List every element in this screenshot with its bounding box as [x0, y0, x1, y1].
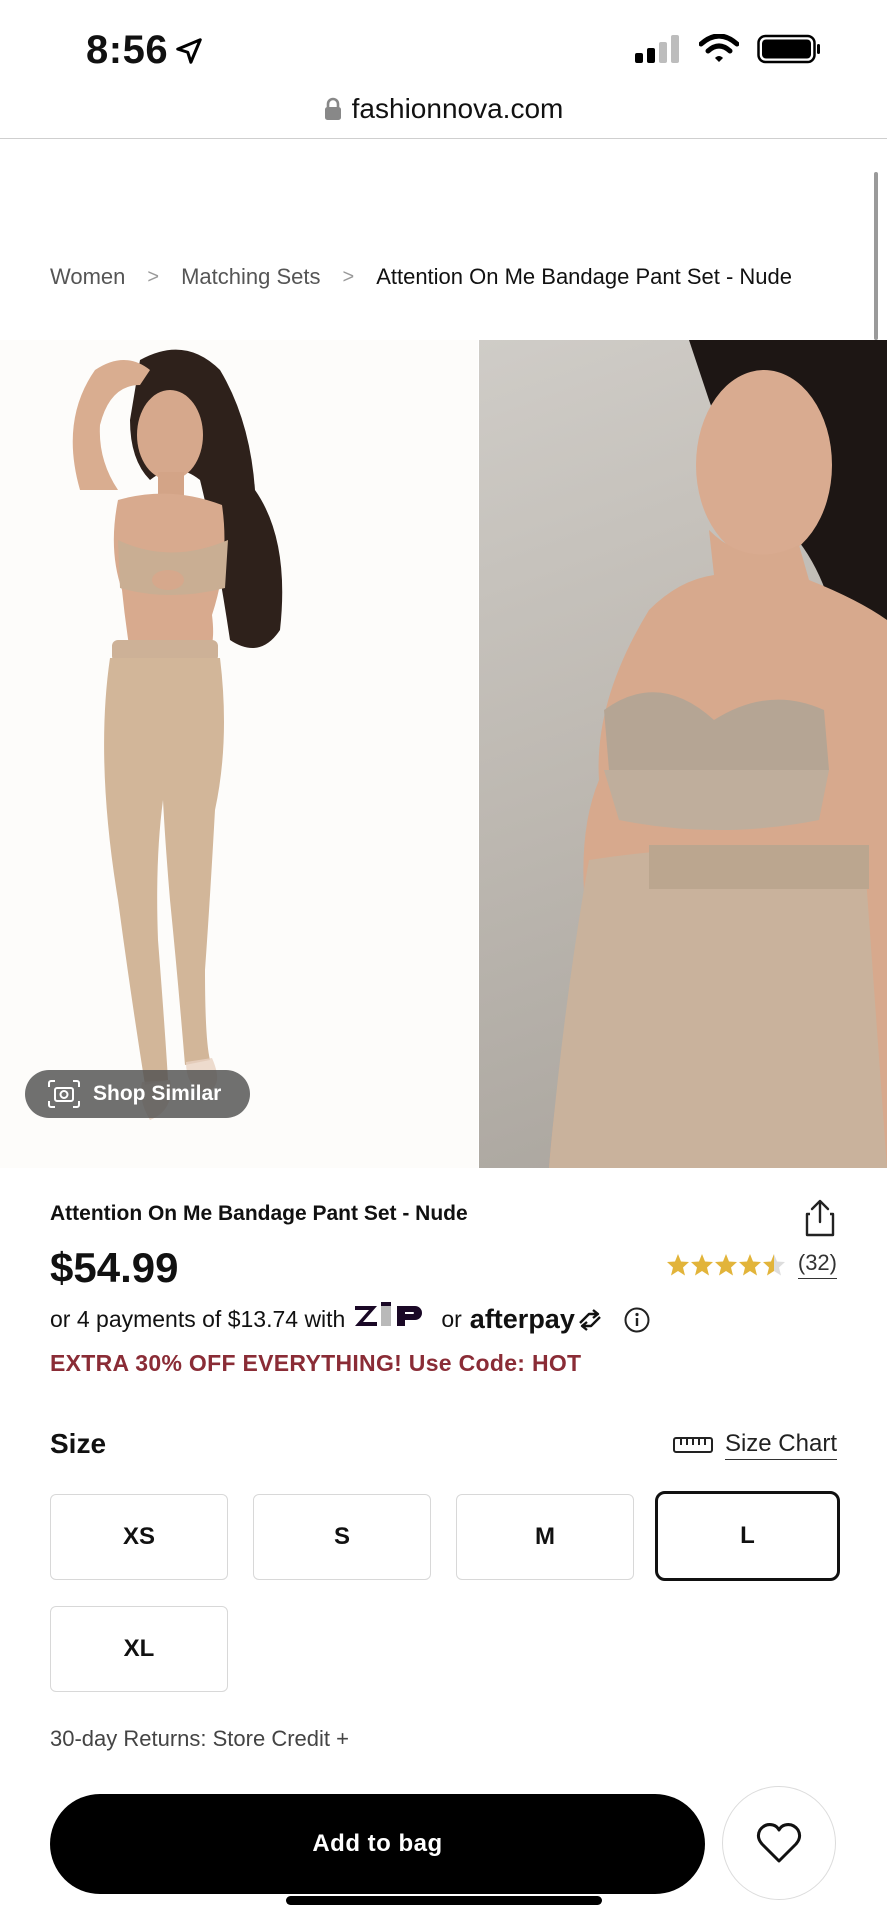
address-bar[interactable]: fashionnova.com	[0, 80, 887, 138]
size-option-m[interactable]: M	[456, 1494, 634, 1580]
battery-icon	[757, 34, 820, 64]
heart-icon	[756, 1823, 802, 1863]
afterpay-logo[interactable]: afterpay	[470, 1304, 603, 1335]
size-option-l[interactable]: L	[655, 1491, 840, 1581]
model-illustration-front	[72, 349, 283, 1120]
lock-icon	[324, 97, 341, 120]
size-heading: Size	[50, 1428, 107, 1459]
zip-logo-mark	[355, 1302, 423, 1326]
url-text: fashionnova.com	[351, 93, 564, 124]
info-icon[interactable]	[623, 1306, 651, 1334]
divider	[0, 138, 887, 139]
model-illustration-closeup	[549, 340, 887, 1168]
status-icons	[635, 34, 821, 64]
size-option-s[interactable]: S	[253, 1494, 431, 1580]
product-price: $54.99	[50, 1244, 179, 1291]
camera-icon	[48, 1080, 80, 1108]
afterpay-arrows-icon	[578, 1308, 601, 1331]
home-indicator[interactable]	[286, 1896, 602, 1905]
returns-policy[interactable]: 30-day Returns: Store Credit +	[50, 1726, 349, 1752]
product-image-front[interactable]	[0, 340, 478, 1168]
zip-logo[interactable]	[353, 1302, 433, 1337]
wishlist-button[interactable]	[722, 1786, 836, 1900]
review-count[interactable]: (32)	[797, 1250, 837, 1279]
product-image-closeup[interactable]	[479, 340, 887, 1168]
product-rating[interactable]: (32)	[666, 1250, 837, 1279]
status-time-text: 8:56	[86, 28, 169, 72]
star-rating-icon	[666, 1253, 785, 1275]
size-chart-link[interactable]: Size Chart	[672, 1430, 837, 1460]
breadcrumb-current: Attention On Me Bandage Pant Set - Nude	[376, 264, 793, 289]
size-chart-label: Size Chart	[724, 1430, 837, 1460]
breadcrumb-women[interactable]: Women	[50, 264, 125, 290]
breadcrumb: Women > Matching Sets > Attention On Me …	[50, 264, 792, 290]
shop-similar-button[interactable]: Shop Similar	[25, 1070, 250, 1118]
page-scrollbar[interactable]	[874, 172, 878, 340]
cellular-signal-icon	[635, 35, 679, 63]
wifi-icon	[699, 34, 739, 62]
location-arrow-icon	[176, 37, 202, 64]
size-option-xs[interactable]: XS	[50, 1494, 228, 1580]
chevron-right-icon: >	[147, 265, 160, 288]
size-option-xl[interactable]: XL	[50, 1606, 228, 1692]
payment-or-text: or	[441, 1306, 462, 1332]
chevron-right-icon: >	[342, 265, 355, 288]
ruler-icon	[672, 1437, 713, 1453]
share-icon[interactable]	[800, 1198, 840, 1238]
afterpay-logo-text: afterpay	[469, 1304, 575, 1334]
add-to-bag-button[interactable]: Add to bag	[50, 1794, 705, 1894]
breadcrumb-matching-sets[interactable]: Matching Sets	[181, 264, 320, 290]
payment-options: or 4 payments of $13.74 with or afterpay	[50, 1302, 651, 1337]
status-time: 8:56	[86, 28, 204, 73]
shop-similar-label: Shop Similar	[93, 1082, 222, 1105]
payment-installment-text: or 4 payments of $13.74 with	[50, 1306, 346, 1332]
promo-message: EXTRA 30% OFF EVERYTHING! Use Code: HOT	[50, 1350, 582, 1376]
product-title: Attention On Me Bandage Pant Set - Nude	[50, 1202, 468, 1225]
